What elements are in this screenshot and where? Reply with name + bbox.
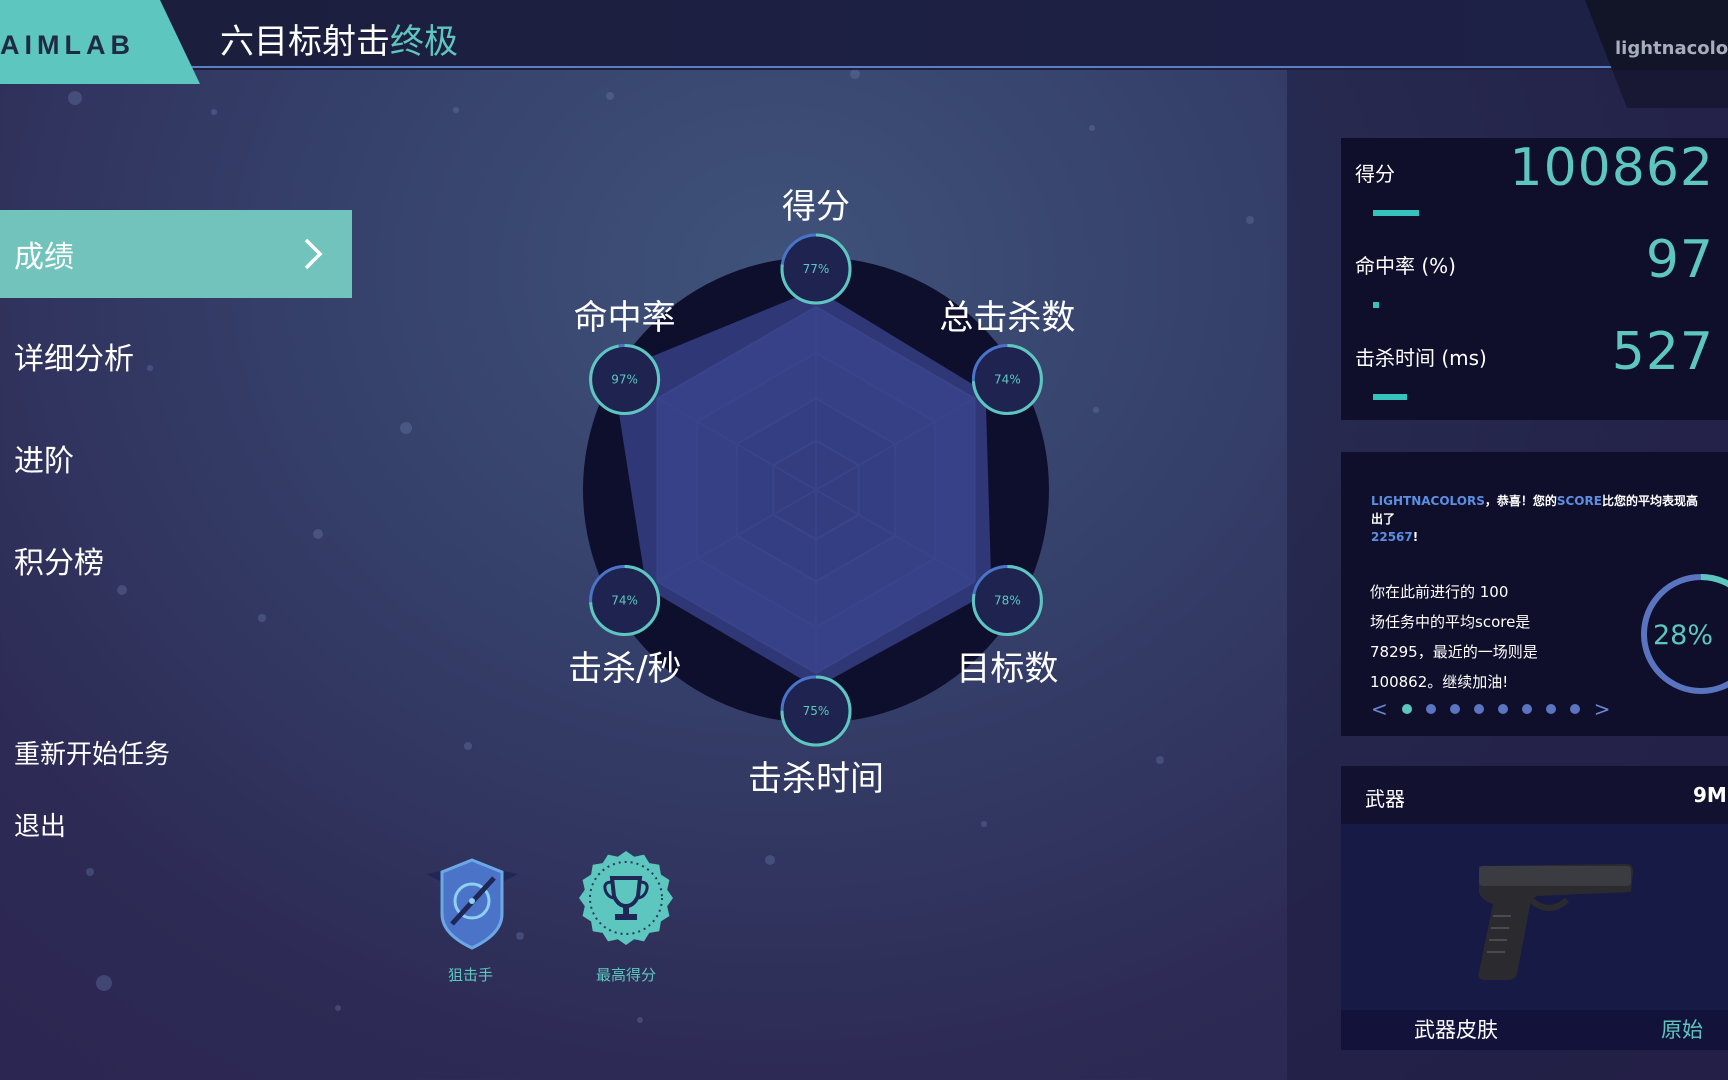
msg-body-line: 78295，最近的一场则是 bbox=[1370, 643, 1538, 661]
task-title-main: 六目标射击 bbox=[220, 22, 390, 62]
performance-message-card: LIGHTNACOLORS，恭喜！您的SCORE比您的平均表现高出了 22567!… bbox=[1341, 452, 1728, 736]
kill-time-label: 击杀时间 (ms) bbox=[1355, 346, 1487, 370]
carousel-dot[interactable] bbox=[1449, 704, 1460, 714]
radar-percent-text: 74% bbox=[611, 594, 638, 608]
radar-percent-text: 75% bbox=[803, 704, 830, 718]
carousel-dot[interactable] bbox=[1545, 704, 1556, 714]
menu-item-label: 积分榜 bbox=[14, 546, 104, 581]
carousel-dot[interactable] bbox=[1473, 704, 1484, 714]
radar-percent-ring: 78% bbox=[971, 565, 1043, 636]
msg-delta: 22567 bbox=[1371, 530, 1413, 544]
weapon-skin-value[interactable]: 原始 bbox=[1661, 1014, 1703, 1044]
carousel-dot[interactable] bbox=[1425, 704, 1436, 714]
radar-axis-label: 目标数 bbox=[956, 648, 1059, 689]
kill-time-value: 527 bbox=[1611, 322, 1714, 382]
high-score-badge-label: 最高得分 bbox=[596, 966, 657, 984]
radar-chart: 77% 74% 78% 75% 74% 97% bbox=[583, 233, 1049, 747]
radar-axis-label: 击杀时间 bbox=[748, 759, 884, 799]
msg-body-line: 场任务中的平均score是 bbox=[1370, 613, 1531, 631]
logo-text: AIMLAB bbox=[0, 30, 135, 60]
radar-axis-label: 击杀/秒 bbox=[568, 648, 682, 689]
score-bar bbox=[1373, 210, 1419, 216]
username: lightnacolors bbox=[1615, 38, 1728, 59]
radar-percent-ring: 97% bbox=[589, 344, 661, 415]
sniper-badge-label: 狙击手 bbox=[448, 966, 494, 984]
accuracy-value: 97 bbox=[1645, 230, 1714, 290]
sniper-badge-icon bbox=[426, 858, 518, 950]
accuracy-bar bbox=[1373, 302, 1379, 308]
radar-percent-ring: 74% bbox=[589, 565, 661, 636]
weapon-title: 武器 bbox=[1365, 787, 1405, 811]
carousel-nav: < > bbox=[1371, 699, 1611, 719]
kill-time-bar bbox=[1373, 394, 1407, 400]
carousel-dot[interactable] bbox=[1401, 704, 1412, 714]
menu-item-results[interactable]: 成绩 bbox=[0, 210, 352, 298]
msg-end: ! bbox=[1412, 530, 1419, 544]
weapon-card: 武器 9MM 武器皮肤 原始 bbox=[1341, 766, 1728, 1050]
restart-task-button[interactable]: 重新开始任务 bbox=[14, 734, 170, 771]
header-divider bbox=[190, 66, 1620, 68]
menu-item-label: 详细分析 bbox=[14, 342, 134, 377]
weapon-name: 9MM bbox=[1693, 783, 1728, 807]
radar-axis-label: 总击杀数 bbox=[939, 297, 1076, 338]
menu-item-analysis[interactable]: 详细分析 bbox=[0, 312, 352, 400]
menu-item-leaderboard[interactable]: 积分榜 bbox=[0, 516, 352, 604]
carousel-dot[interactable] bbox=[1569, 704, 1580, 714]
radar-percent-text: 74% bbox=[994, 373, 1021, 387]
accuracy-label: 命中率 (%) bbox=[1355, 254, 1456, 278]
radar-percent-ring: 74% bbox=[971, 344, 1043, 415]
score-label: 得分 bbox=[1355, 162, 1395, 186]
weapon-skin-label: 武器皮肤 bbox=[1414, 1018, 1498, 1042]
msg-body-line: 你在此前进行的 100 bbox=[1370, 583, 1509, 601]
radar-percent-text: 77% bbox=[803, 262, 830, 276]
task-title: 六目标射击终极 bbox=[220, 14, 458, 63]
stats-card: 得分 100862 命中率 (%) 97 击杀时间 (ms) 527 bbox=[1341, 138, 1728, 420]
msg-part1: ，恭喜！您的 bbox=[1484, 494, 1557, 508]
chevron-right-icon bbox=[304, 238, 323, 270]
improvement-percent: 28% bbox=[1653, 620, 1714, 651]
radar-percent-ring: 75% bbox=[780, 675, 852, 747]
pistol-icon bbox=[1478, 864, 1633, 980]
msg-keyword: SCORE bbox=[1556, 494, 1602, 508]
trophy-badge-icon bbox=[579, 851, 673, 945]
score-value: 100862 bbox=[1509, 138, 1714, 198]
carousel-dot[interactable] bbox=[1521, 704, 1532, 714]
radar-percent-ring: 77% bbox=[780, 233, 852, 305]
msg-body-line: 100862。继续加油! bbox=[1370, 673, 1509, 691]
exit-button[interactable]: 退出 bbox=[14, 806, 66, 843]
radar-axis-label: 得分 bbox=[782, 187, 850, 227]
task-title-accent: 终极 bbox=[390, 22, 458, 62]
congrats-message: LIGHTNACOLORS，恭喜！您的SCORE比您的平均表现高出了 22567! bbox=[1371, 492, 1701, 546]
radar-axis-label: 命中率 bbox=[573, 297, 676, 338]
radar-percent-text: 97% bbox=[611, 373, 638, 387]
menu-item-label: 进阶 bbox=[14, 444, 74, 479]
menu-item-label: 成绩 bbox=[14, 240, 74, 275]
menu-item-advanced[interactable]: 进阶 bbox=[0, 414, 352, 502]
carousel-dot[interactable] bbox=[1497, 704, 1508, 714]
radar-percent-text: 78% bbox=[994, 594, 1021, 608]
msg-user: LIGHTNACOLORS bbox=[1371, 494, 1485, 508]
carousel-prev-icon[interactable]: < bbox=[1371, 699, 1388, 719]
carousel-next-icon[interactable]: > bbox=[1594, 699, 1611, 719]
